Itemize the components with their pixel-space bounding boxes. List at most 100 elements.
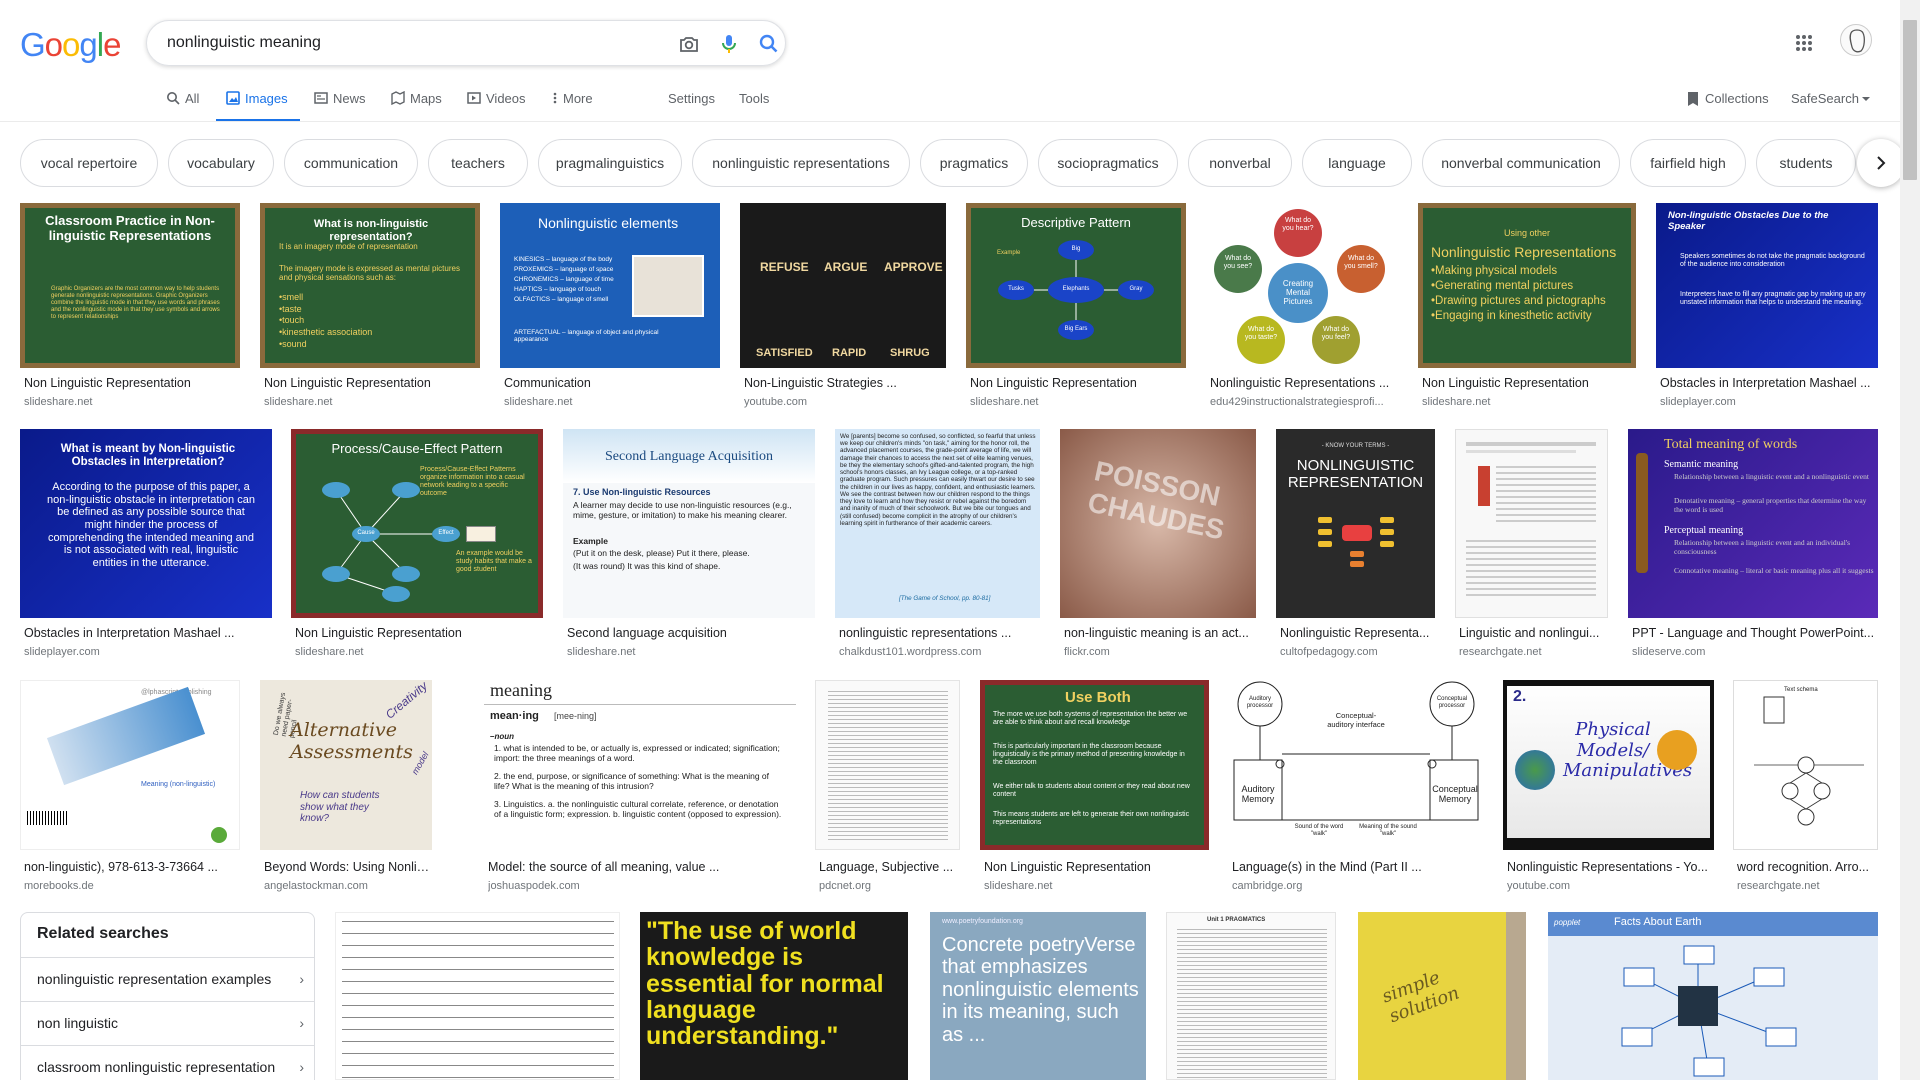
image-result[interactable]: Nonlinguistic elements KINESICS – langua…: [500, 203, 720, 413]
image-result[interactable]: Unit 1 PRAGMATICS: [1166, 912, 1336, 1080]
result-title[interactable]: Second language acquisition: [567, 626, 813, 640]
result-source[interactable]: slideshare.net: [264, 396, 479, 408]
result-source[interactable]: cultofpedagogy.com: [1280, 646, 1433, 658]
tab-images[interactable]: Images: [216, 84, 300, 122]
result-source[interactable]: morebooks.de: [24, 880, 239, 892]
chips-next-button[interactable]: [1857, 139, 1905, 187]
result-source[interactable]: flickr.com: [1064, 646, 1254, 658]
image-result[interactable]: - KNOW YOUR TERMS - NONLINGUISTIC REPRES…: [1276, 429, 1435, 659]
result-title[interactable]: Language, Subjective ...: [819, 860, 958, 874]
image-result[interactable]: Non-linguistic Obstacles Due to the Spea…: [1656, 203, 1878, 413]
chip[interactable]: fairfield high: [1630, 139, 1746, 187]
result-title[interactable]: nonlinguistic representations ...: [839, 626, 1038, 640]
result-title[interactable]: Non Linguistic Representation: [984, 860, 1207, 874]
image-result[interactable]: simple solution: [1358, 912, 1526, 1080]
result-source[interactable]: slideshare.net: [295, 646, 541, 658]
image-result[interactable]: www.poetryfoundation.org Concrete poetry…: [930, 912, 1146, 1080]
image-result[interactable]: Text schema word recognition. Arro... re…: [1733, 680, 1878, 894]
result-title[interactable]: Non Linguistic Representation: [295, 626, 541, 640]
microphone-icon[interactable]: [717, 32, 741, 56]
image-result[interactable]: Process/Cause-Effect Pattern Cause Effec…: [291, 429, 543, 659]
result-title[interactable]: non-linguistic), 978-613-3-73664 ...: [24, 860, 239, 874]
safesearch-dropdown[interactable]: SafeSearch: [1791, 84, 1876, 122]
result-source[interactable]: pdcnet.org: [819, 880, 958, 892]
apps-grid-icon[interactable]: [1795, 34, 1813, 52]
image-result[interactable]: POISSON CHAUDES non-linguistic meaning i…: [1060, 429, 1256, 659]
result-title[interactable]: Language(s) in the Mind (Part II ...: [1232, 860, 1482, 874]
result-source[interactable]: slideplayer.com: [24, 646, 270, 658]
image-result[interactable]: Total meaning of words Semantic meaning …: [1628, 429, 1878, 659]
image-result[interactable]: Use Both The more we use both systems of…: [980, 680, 1209, 894]
image-result[interactable]: [335, 912, 620, 1080]
image-result[interactable]: Language, Subjective ... pdcnet.org: [815, 680, 960, 894]
result-source[interactable]: slideplayer.com: [1660, 396, 1876, 408]
result-source[interactable]: youtube.com: [1507, 880, 1712, 892]
chip[interactable]: communication: [284, 139, 418, 187]
result-title[interactable]: Nonlinguistic Representations ...: [1210, 376, 1396, 390]
result-title[interactable]: Non Linguistic Representation: [264, 376, 479, 390]
tab-videos[interactable]: Videos: [467, 84, 526, 122]
image-result[interactable]: @lphascript publishing Meaning (non-ling…: [20, 680, 240, 894]
tab-news[interactable]: News: [314, 84, 366, 122]
chip[interactable]: language: [1302, 139, 1412, 187]
chip[interactable]: pragmalinguistics: [538, 139, 682, 187]
result-title[interactable]: Obstacles in Interpretation Mashael ...: [24, 626, 270, 640]
image-result[interactable]: REFUSE ARGUE APPROVE SATISFIED RAPID SHR…: [740, 203, 946, 413]
chip[interactable]: nonlinguistic representations: [692, 139, 910, 187]
result-title[interactable]: Linguistic and nonlingui...: [1459, 626, 1606, 640]
image-result[interactable]: popplet Facts About Earth: [1548, 912, 1878, 1080]
chip[interactable]: students: [1756, 139, 1856, 187]
tools-link[interactable]: Tools: [739, 84, 769, 122]
chip[interactable]: vocabulary: [168, 139, 274, 187]
result-source[interactable]: edu429instructionalstrategiesprofi...: [1210, 396, 1396, 408]
search-input[interactable]: [167, 31, 637, 55]
result-title[interactable]: Nonlinguistic Representa...: [1280, 626, 1433, 640]
result-title[interactable]: word recognition. Arro...: [1737, 860, 1876, 874]
result-title[interactable]: Model: the source of all meaning, value …: [488, 860, 794, 874]
result-source[interactable]: slideshare.net: [970, 396, 1185, 408]
chip[interactable]: teachers: [428, 139, 528, 187]
result-title[interactable]: Non-Linguistic Strategies ...: [744, 376, 944, 390]
chip[interactable]: nonverbal communication: [1422, 139, 1620, 187]
result-source[interactable]: slideshare.net: [567, 646, 813, 658]
tab-more[interactable]: More: [552, 84, 593, 122]
chip[interactable]: sociopragmatics: [1038, 139, 1178, 187]
chip[interactable]: nonverbal: [1188, 139, 1292, 187]
account-avatar[interactable]: [1840, 24, 1872, 56]
image-result[interactable]: Creating Mental Pictures What do you hea…: [1206, 203, 1398, 413]
result-source[interactable]: slideserve.com: [1632, 646, 1876, 658]
image-result[interactable]: Classroom Practice in Non-linguistic Rep…: [20, 203, 240, 413]
result-source[interactable]: slideshare.net: [984, 880, 1207, 892]
result-title[interactable]: Beyond Words: Using Nonlinguist...: [264, 860, 430, 874]
result-source[interactable]: researchgate.net: [1737, 880, 1876, 892]
result-source[interactable]: slideshare.net: [504, 396, 719, 408]
result-source[interactable]: slideshare.net: [1422, 396, 1634, 408]
result-title[interactable]: Obstacles in Interpretation Mashael ...: [1660, 376, 1876, 390]
tab-maps[interactable]: Maps: [391, 84, 442, 122]
result-source[interactable]: youtube.com: [744, 396, 944, 408]
result-title[interactable]: Non Linguistic Representation: [24, 376, 239, 390]
result-title[interactable]: Communication: [504, 376, 719, 390]
related-search-item[interactable]: nonlinguistic representation examples ›: [21, 957, 314, 1001]
image-result[interactable]: We [parents] become so confused, so conf…: [835, 429, 1040, 659]
image-result[interactable]: meaning mean·ing [mee-ning] –noun 1. wha…: [484, 680, 796, 894]
result-title[interactable]: non-linguistic meaning is an act...: [1064, 626, 1254, 640]
image-result[interactable]: 2. Physical Models/ Manipulatives Nonlin…: [1503, 680, 1714, 894]
result-source[interactable]: chalkdust101.wordpress.com: [839, 646, 1038, 658]
result-title[interactable]: Non Linguistic Representation: [1422, 376, 1634, 390]
image-result[interactable]: Do we always need paper-pencil Alternati…: [260, 680, 432, 894]
result-title[interactable]: PPT - Language and Thought PowerPoint...: [1632, 626, 1876, 640]
tab-all[interactable]: All: [166, 84, 199, 122]
related-search-item[interactable]: non linguistic ›: [21, 1001, 314, 1045]
image-result[interactable]: Descriptive Pattern Example Elephants Bi…: [966, 203, 1186, 413]
google-logo[interactable]: Google: [20, 26, 121, 64]
image-result[interactable]: Conceptual-auditory interface Auditory p…: [1228, 680, 1484, 894]
collections-link[interactable]: Collections: [1686, 84, 1769, 122]
chip[interactable]: pragmatics: [920, 139, 1028, 187]
camera-icon[interactable]: [677, 32, 701, 56]
result-title[interactable]: Nonlinguistic Representations - Yo...: [1507, 860, 1712, 874]
result-source[interactable]: slideshare.net: [24, 396, 239, 408]
result-title[interactable]: Non Linguistic Representation: [970, 376, 1185, 390]
image-result[interactable]: Linguistic and nonlingui... researchgate…: [1455, 429, 1608, 659]
scrollbar-thumb[interactable]: [1903, 20, 1917, 180]
